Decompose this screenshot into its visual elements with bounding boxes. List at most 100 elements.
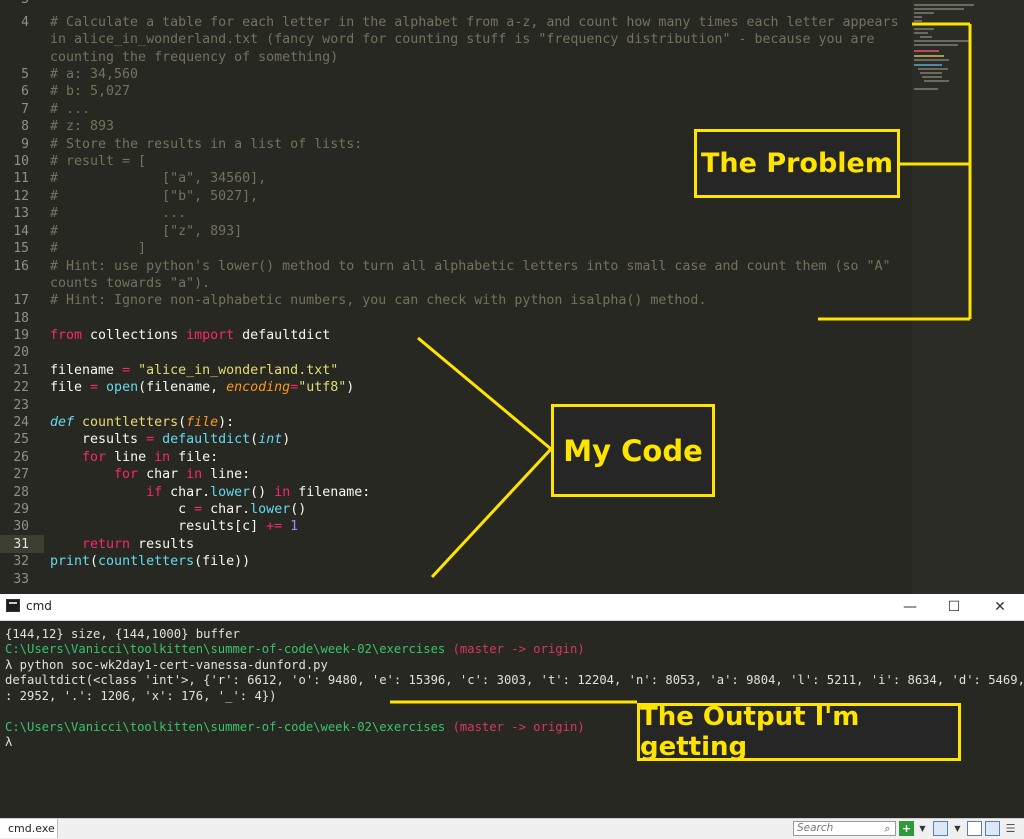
annotation-arrow-bottom [430,447,553,579]
console-prompt[interactable]: λ [5,735,12,751]
line-number: 6 [21,84,29,99]
minimap-line [914,12,934,14]
menu-icon[interactable]: ☰ [1003,821,1018,836]
keyword-arg: encoding [226,380,291,395]
function-call: print [50,554,91,569]
line-number: 33 [13,572,29,587]
variable: results [50,432,147,447]
iterable: file: [170,450,219,465]
line-number: 5 [21,67,29,82]
code-line-import: from collections import defaultdict [50,327,330,344]
line-number: 27 [13,467,29,482]
minimap-line [914,55,944,57]
keyword: for [114,467,139,482]
comment-line: counting the frequency of something) [50,50,339,65]
line-number: 8 [21,119,29,134]
minimap-line [920,36,932,38]
keyword: in [274,485,291,500]
comment-line: # Store the results in a list of lists: [50,137,363,152]
minimap-line [914,59,949,61]
paren: ) [282,432,291,447]
line-number: 23 [13,398,29,413]
line-number: 29 [13,502,29,517]
maximize-button[interactable]: ☐ [932,594,976,620]
new-console-icon[interactable]: + [899,821,914,836]
window-icon[interactable] [933,821,948,836]
cmd-window[interactable]: cmd — ☐ ✕ {144,12} size, {144,1000} buff… [0,594,1024,838]
line-number: 20 [13,345,29,360]
function-call: open [98,380,139,395]
console-prompt-path: C:\Users\Vanicci\toolkitten\summer-of-co… [5,642,585,658]
operator: = [146,432,155,447]
minimap-line [914,32,928,34]
chevron-down-icon[interactable]: ▼ [950,821,965,836]
string: "alice_in_wonderland.txt" [130,363,339,378]
args: (filename, [138,380,227,395]
console-path: C:\Users\Vanicci\toolkitten\summer-of-co… [5,642,446,656]
keyword: if [146,485,163,500]
minimap-line [914,8,964,10]
minimap-line [922,76,942,78]
parameter: file [186,415,219,430]
minimap-line [914,40,969,42]
line-number: 24 [13,415,29,430]
variable: results [130,537,195,552]
code-line-results: results = defaultdict(int) [50,431,290,448]
console-output: defaultdict(<class 'int'>, {'r': 6612, '… [5,673,1024,687]
paren: ) [346,380,355,395]
operator: = [122,363,131,378]
minimap-line [914,64,942,66]
paren: (file)) [194,554,251,569]
paren: ( [90,554,99,569]
code-line-filename: filename = "alice_in_wonderland.txt" [50,362,338,379]
keyword: in [186,467,203,482]
keyword: for [82,450,107,465]
line-number: 30 [13,519,29,534]
line-number: 14 [13,224,29,239]
minimap[interactable] [912,0,1024,594]
console-git-branch: (master -> origin) [445,720,585,734]
operator: = [290,380,299,395]
comment-line: # ["b", 5027], [50,189,259,204]
console-git-branch: (master -> origin) [445,642,585,656]
line-number: 21 [13,363,29,378]
number: 1 [282,519,299,534]
variable: file [50,380,91,395]
console-line: {144,12} size, {144,1000} buffer [5,627,240,641]
chevron-down-icon[interactable]: ▼ [915,821,930,836]
minimap-line [914,16,922,18]
line-number: 19 [13,328,29,343]
line-number: 4 [21,15,29,30]
annotation-output-label: The Output I'm getting [637,702,961,762]
code-line-def: def countletters(file): [50,414,234,431]
search-icon[interactable]: ⌕ [880,821,895,836]
comment-line: # Hint: use python's lower() method to t… [50,259,891,274]
console-output: : 2952, '.': 1206, 'x': 176, '_': 4}) [5,689,277,703]
comment-line: # ... [50,102,91,117]
code-line-increment: results[c] += 1 [50,518,298,535]
minimap-line [914,28,934,30]
variable: c [50,502,195,517]
operator: = [90,380,99,395]
minimap-line [914,4,974,6]
variable: char. [162,485,211,500]
operator: = [194,502,203,517]
line-number: 3 [21,0,29,8]
line-number-gutter: 3 4 5 6 7 8 9 10 11 12 13 14 15 16 17 18… [0,0,36,594]
line-number: 26 [13,450,29,465]
paren: ): [218,415,235,430]
comment-line: # ["z", 893] [50,224,243,239]
code-editor[interactable]: 3 4 5 6 7 8 9 10 11 12 13 14 15 16 17 18… [0,0,1024,594]
close-button[interactable]: ✕ [978,594,1022,620]
console-tab[interactable]: cmd.exe [0,819,58,838]
variable: char [138,467,187,482]
paren: () [290,502,307,517]
cmd-title-bar[interactable]: cmd — ☐ ✕ [0,594,1024,621]
layout-icon[interactable] [985,821,1000,836]
minimize-button[interactable]: — [888,594,932,620]
split-view-icon[interactable] [967,821,982,836]
line-number: 17 [13,293,29,308]
comment-line: # b: 5,027 [50,84,131,99]
